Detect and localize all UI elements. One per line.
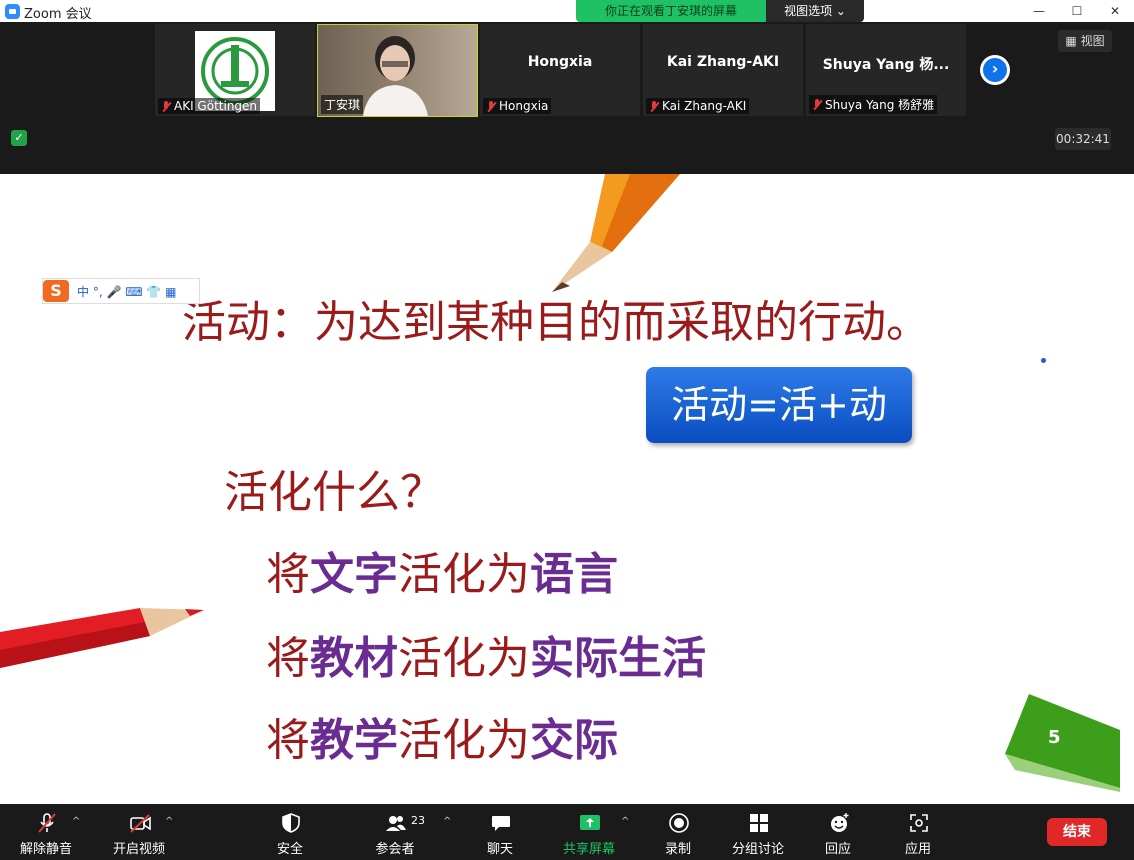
pencil-red-decoration xyxy=(0,608,204,668)
zoom-logo-icon xyxy=(5,4,20,19)
close-icon[interactable]: ✕ xyxy=(1096,0,1134,22)
share-status-bar: 你正在观看丁安琪的屏幕 视图选项 ⌄ xyxy=(576,0,864,22)
green-page-corner-decoration xyxy=(1005,694,1120,792)
participant-tile-hongxia[interactable]: Hongxia Hongxia xyxy=(480,24,640,116)
slide-question: 活化什么？ xyxy=(224,467,444,518)
title-bar: Zoom 会议 — ☐ ✕ xyxy=(0,0,1134,22)
window-controls: — ☐ ✕ xyxy=(1020,0,1134,22)
ime-options[interactable]: 中 °, 🎤 ⌨ 👕 ▦ xyxy=(77,283,176,300)
slide-page-number: 5 xyxy=(1048,727,1061,748)
chat-button[interactable]: 聊天 xyxy=(460,804,540,860)
participant-display-name: Shuya Yang 杨... xyxy=(822,57,950,73)
window-title: Zoom 会议 xyxy=(24,7,92,22)
chat-icon xyxy=(492,816,510,831)
meeting-toolbar: ^ 解除静音 ^ 开启视频 安全 23 ^ 参会者 聊天 ^ 共享屏幕 录制 分… xyxy=(0,804,1134,860)
participants-icon xyxy=(386,816,406,831)
right-edge-panel xyxy=(1120,174,1134,804)
next-participants-button[interactable]: › xyxy=(980,55,1010,85)
record-button[interactable]: 录制 xyxy=(638,804,718,860)
participant-name-tag: 丁安琪 xyxy=(321,95,364,114)
participant-display-name: Kai Zhang-AKI xyxy=(666,54,780,70)
participant-name-tag: Shuya Yang 杨舒雅 xyxy=(809,95,938,114)
mic-muted-icon xyxy=(649,100,659,112)
caret-up-icon[interactable]: ^ xyxy=(72,816,80,827)
reactions-button[interactable]: 回应 xyxy=(798,804,878,860)
participant-name-tag: Kai Zhang-AKI xyxy=(646,98,750,114)
sogou-ime-icon[interactable]: S xyxy=(43,280,69,302)
participants-button[interactable]: 23 ^ 参会者 xyxy=(355,804,451,860)
breakout-rooms-button[interactable]: 分组讨论 xyxy=(718,804,798,860)
mic-muted-icon xyxy=(486,100,496,112)
viewing-share-status: 你正在观看丁安琪的屏幕 xyxy=(576,0,766,22)
encryption-shield-icon[interactable]: ✓ xyxy=(11,130,27,146)
security-button[interactable]: 安全 xyxy=(250,804,330,860)
video-off-icon xyxy=(130,814,151,833)
pencil-orange-decoration xyxy=(552,174,680,292)
shared-slide: 活动：为达到某种目的而采取的行动。 活动=活+动 活化什么？ 将文字活化为语言 … xyxy=(0,174,1120,804)
slide-title: 活动：为达到某种目的而采取的行动。 xyxy=(182,297,930,348)
ime-toolbar[interactable]: S 中 °, 🎤 ⌨ 👕 ▦ xyxy=(42,278,200,304)
breakout-grid-icon xyxy=(750,814,768,832)
view-options-button[interactable]: 视图选项 ⌄ xyxy=(766,0,864,22)
meeting-timer: 00:32:41 xyxy=(1055,128,1111,150)
mic-muted-icon xyxy=(812,99,822,110)
caret-up-icon[interactable]: ^ xyxy=(443,816,451,827)
start-video-button[interactable]: ^ 开启视频 xyxy=(99,804,179,860)
slide-line-1: 将文字活化为语言 xyxy=(266,549,618,600)
unmute-button[interactable]: ^ 解除静音 xyxy=(6,804,86,860)
minimize-icon[interactable]: — xyxy=(1020,0,1058,22)
mic-off-icon xyxy=(38,813,56,833)
share-screen-icon xyxy=(580,815,600,830)
grid-icon: ▦ xyxy=(1065,34,1081,48)
apps-button[interactable]: 应用 xyxy=(878,804,958,860)
shield-icon xyxy=(282,813,300,833)
participant-tile-shuya-yang[interactable]: Shuya Yang 杨... Shuya Yang 杨舒雅 xyxy=(806,24,966,116)
participant-tile-kai-zhang[interactable]: Kai Zhang-AKI Kai Zhang-AKI xyxy=(643,24,803,116)
slide-dot xyxy=(1041,358,1046,363)
emoji-icon xyxy=(831,813,849,832)
slide-line-2: 将教材活化为实际生活 xyxy=(266,633,706,684)
participant-tile-aki-gottingen[interactable]: AKI Göttingen xyxy=(155,24,315,116)
participant-name-tag: Hongxia xyxy=(483,98,552,114)
chevron-right-icon: › xyxy=(991,59,999,78)
mic-muted-icon xyxy=(161,100,171,112)
participant-tile-speaker[interactable]: 丁安琪 xyxy=(317,24,478,117)
participants-count: 23 xyxy=(411,814,425,827)
caret-up-icon[interactable]: ^ xyxy=(165,816,173,827)
caret-up-icon[interactable]: ^ xyxy=(621,816,629,827)
participant-display-name: Hongxia xyxy=(527,54,593,70)
record-icon xyxy=(669,813,689,833)
slide-line-3: 将教学活化为交际 xyxy=(266,715,618,766)
maximize-icon[interactable]: ☐ xyxy=(1058,0,1096,22)
participant-name-tag: AKI Göttingen xyxy=(158,98,261,114)
view-button[interactable]: ▦ 视图 xyxy=(1058,30,1112,52)
end-meeting-button[interactable]: 结束 xyxy=(1047,818,1107,846)
slide-callout-box: 活动=活+动 xyxy=(646,367,912,443)
share-screen-button[interactable]: ^ 共享屏幕 xyxy=(549,804,629,860)
apps-icon xyxy=(910,814,928,832)
